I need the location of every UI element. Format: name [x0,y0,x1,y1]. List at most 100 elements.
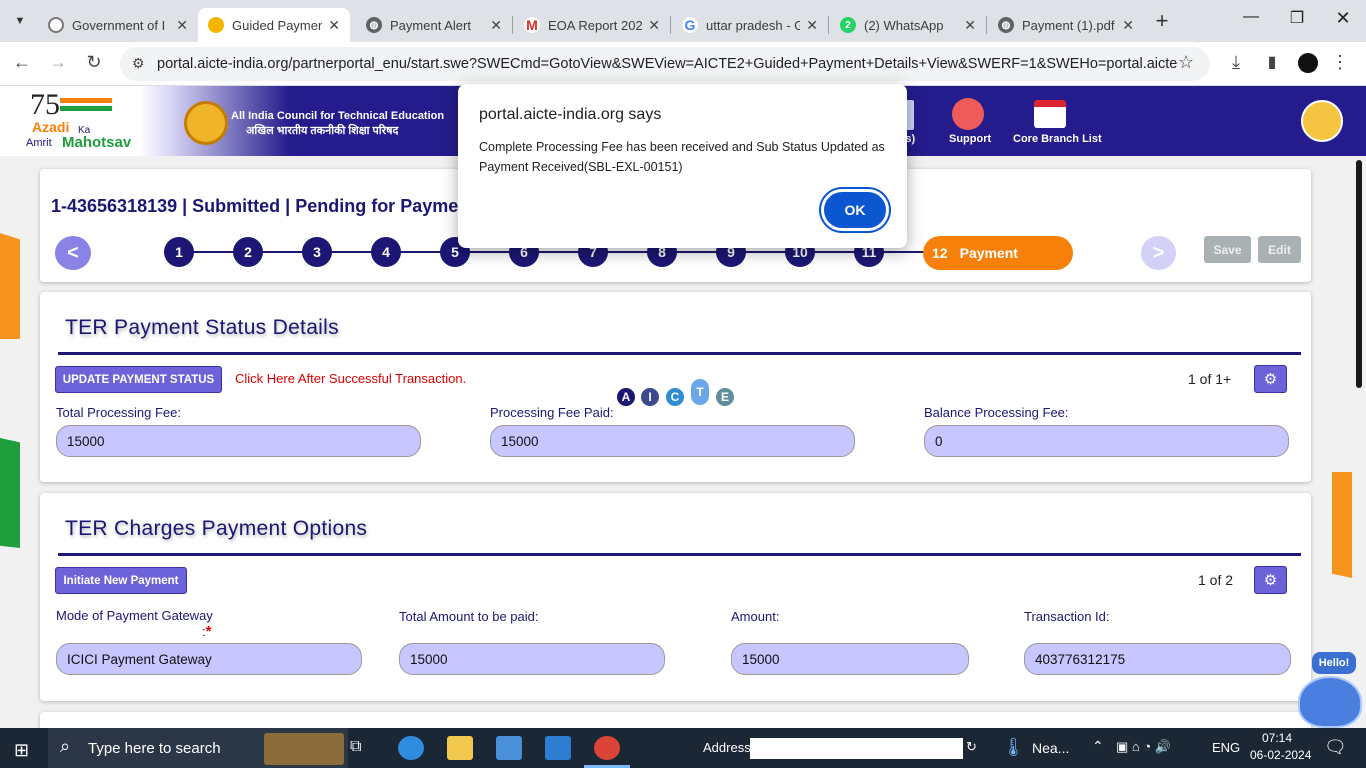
refresh-icon[interactable]: ↻ [966,739,977,755]
update-payment-status-button[interactable]: UPDATE PAYMENT STATUS [55,366,222,393]
support-icon[interactable] [952,98,984,130]
tab-payment-pdf[interactable]: ◍ Payment (1).pdf ✕ [988,8,1144,42]
forward-arrow-icon[interactable]: → [44,52,72,73]
tab-search-button[interactable]: ▼ [8,10,32,32]
address-bar[interactable]: ⚙ portal.aicte-india.org/partnerportal_e… [120,47,1210,81]
total-processing-fee-field[interactable]: 15000 [56,425,421,457]
restore-icon[interactable]: ❐ [1274,8,1320,28]
close-icon[interactable]: ✕ [1122,17,1134,34]
scrollbar-thumb[interactable] [1356,160,1362,388]
required-marker: * [205,623,212,640]
save-button[interactable]: Save [1204,236,1251,263]
active-step-number: 12 [932,245,948,261]
side-panel-icon[interactable]: ▮ [1258,52,1286,72]
amount-label: Amount: [731,609,780,624]
chatbot-mascot-icon[interactable] [1298,676,1362,728]
ok-button[interactable]: OK [821,189,889,231]
store-icon[interactable] [496,736,522,760]
record-pager: 1 of 1+ [1188,371,1232,387]
initiate-new-payment-button[interactable]: Initiate New Payment [55,567,187,594]
new-tab-icon[interactable]: + [1150,8,1174,34]
taskbar-search-box[interactable]: ⌕ Type here to search [48,728,348,768]
previous-step-button[interactable]: < [55,236,91,270]
tab-google-search[interactable]: G uttar pradesh - G ✕ [672,8,828,42]
tab-government[interactable]: Government of I ✕ [38,8,198,42]
azadi-ka-amrit-mahotsav-logo[interactable]: 75 Azadi Ka Amrit Mahotsav [0,86,170,156]
language-indicator[interactable]: ENG [1212,740,1240,755]
tab-divider [512,16,513,34]
total-amount-field[interactable]: 15000 [399,643,665,675]
record-pager: 1 of 2 [1198,572,1234,588]
file-explorer-icon[interactable] [447,736,473,760]
payment-gateway-label: Mode of Payment Gateway [56,608,213,623]
accessibility-a-button[interactable]: A [616,387,636,407]
clock-date[interactable]: 06-02-2024 [1250,748,1311,762]
step-12-payment[interactable]: 12 Payment [923,236,1073,270]
nav-support[interactable]: Support [949,133,991,145]
charges-payment-title: TER Charges Payment Options [65,517,368,540]
back-arrow-icon[interactable]: ← [8,52,36,73]
site-info-icon[interactable]: ⚙ [132,55,145,72]
mail-icon[interactable] [545,736,571,760]
branch-list-icon[interactable] [1034,100,1066,128]
minimize-icon[interactable]: — [1228,8,1274,26]
step-1[interactable]: 1 [164,237,194,267]
download-icon[interactable]: ⤓ [1222,52,1250,73]
close-icon[interactable]: ✕ [176,17,188,34]
reload-icon[interactable]: ↻ [80,52,108,73]
close-icon[interactable]: ✕ [490,17,502,34]
bookmark-star-icon[interactable]: ☆ [1172,52,1200,73]
close-window-icon[interactable]: ✕ [1320,8,1366,29]
accessibility-i-button[interactable]: I [640,387,660,407]
payment-gateway-field[interactable]: ICICI Payment Gateway [56,643,362,675]
tab-title: EOA Report 2023 [548,17,643,33]
amount-field[interactable]: 15000 [731,643,969,675]
url-text[interactable]: portal.aicte-india.org/partnerportal_enu… [157,56,1177,72]
taskbar-search-placeholder: Type here to search [88,740,221,757]
close-icon[interactable]: ✕ [648,17,660,34]
tab-guided-payment[interactable]: Guided Payment ✕ [198,8,350,42]
close-icon[interactable]: ✕ [964,17,976,34]
tab-gmail-eoa[interactable]: M EOA Report 2023 ✕ [514,8,670,42]
search-icon: ⌕ [60,736,71,756]
address-toolbar-input[interactable] [750,738,963,759]
step-2[interactable]: 2 [233,237,263,267]
system-tray-icons[interactable]: ▣ ⌂ ◔ 🔊 [1116,739,1171,755]
step-4[interactable]: 4 [371,237,401,267]
edit-button[interactable]: Edit [1258,236,1301,263]
profile-avatar[interactable] [1298,53,1318,73]
user-avatar[interactable] [1301,100,1343,142]
balance-processing-fee-label: Balance Processing Fee: [924,405,1069,420]
close-icon[interactable]: ✕ [328,17,340,34]
scrollbar-track[interactable] [1352,156,1366,728]
step-3[interactable]: 3 [302,237,332,267]
accessibility-t-button[interactable]: T [690,378,710,406]
transaction-id-field[interactable]: 403776312175 [1024,643,1291,675]
settings-gear-icon[interactable]: ⚙ [1254,365,1287,393]
tab-whatsapp[interactable]: 2 (2) WhatsApp ✕ [830,8,986,42]
next-step-button[interactable]: > [1141,236,1176,270]
clock-time[interactable]: 07:14 [1262,731,1292,745]
tab-payment-alert[interactable]: ◍ Payment Alert ✕ [356,8,512,42]
windows-start-icon[interactable]: ⊞ [14,740,29,761]
accessibility-c-button[interactable]: C [665,387,685,407]
org-name-english: All India Council for Technical Educatio… [231,110,445,122]
task-view-icon[interactable]: ⧉ [350,738,361,756]
edge-icon[interactable] [398,736,424,760]
dialog-message: Complete Processing Fee has been receive… [479,140,885,174]
processing-fee-paid-field[interactable]: 15000 [490,425,855,457]
menu-kebab-icon[interactable]: ⋮ [1326,52,1354,73]
notification-icon[interactable]: 🗨 [1324,737,1347,758]
tab-title: Payment (1).pdf [1022,17,1115,33]
chevron-up-icon[interactable]: ⌃ [1092,738,1104,755]
chrome-icon[interactable] [594,736,620,760]
weather-text[interactable]: Nea... [1032,740,1069,756]
settings-gear-icon[interactable]: ⚙ [1254,566,1287,594]
decor-orange-right [1332,472,1352,578]
accessibility-e-button[interactable]: E [715,387,735,407]
nav-core-branch-list[interactable]: Core Branch List [1013,133,1102,145]
chatbot-hello-bubble[interactable]: Hello! [1312,652,1356,674]
balance-processing-fee-field[interactable]: 0 [924,425,1289,457]
address-toolbar-label: Address [703,740,751,755]
close-icon[interactable]: ✕ [806,17,818,34]
